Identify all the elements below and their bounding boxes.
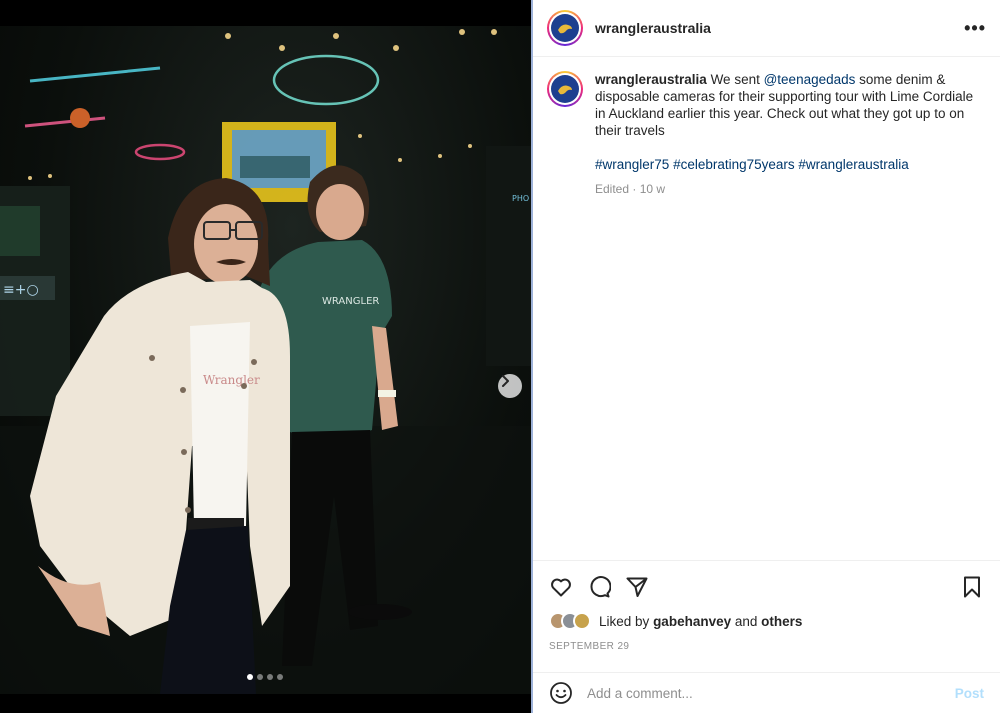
more-options-icon[interactable]: ••• bbox=[964, 18, 986, 39]
svg-text:Wrangler: Wrangler bbox=[203, 373, 260, 387]
hashtag-link[interactable]: #wrangleraustralia bbox=[798, 157, 908, 172]
hashtag-link[interactable]: #celebrating75years bbox=[673, 157, 795, 172]
photo-illustration: ≡+○ PHO WRANGLER Wrangler bbox=[0, 29, 531, 694]
svg-text:WRANGLER: WRANGLER bbox=[322, 296, 379, 307]
caption-text: wrangleraustralia We sent @teenagedads s… bbox=[595, 71, 985, 198]
share-icon[interactable] bbox=[625, 575, 649, 599]
carousel-next-button[interactable] bbox=[498, 374, 522, 398]
hashtags: #wrangler75 #celebrating75years #wrangle… bbox=[595, 156, 985, 173]
chevron-right-icon bbox=[502, 375, 509, 387]
post-media: ≡+○ PHO WRANGLER Wrangler bbox=[0, 0, 531, 713]
liker-avatar[interactable] bbox=[573, 612, 591, 630]
caption-meta: Edited · 10 w bbox=[595, 182, 666, 196]
liker-username-link[interactable]: gabehanvey bbox=[653, 614, 731, 629]
svg-text:≡+○: ≡+○ bbox=[3, 282, 39, 298]
liker-avatars bbox=[549, 612, 591, 630]
carousel-dot bbox=[267, 674, 273, 680]
post-date[interactable]: SEPTEMBER 29 bbox=[549, 641, 629, 652]
hashtag-link[interactable]: #wrangler75 bbox=[595, 157, 669, 172]
wrangler-logo-icon bbox=[558, 85, 572, 95]
likes-summary: Liked by gabehanvey and others bbox=[549, 612, 802, 630]
profile-avatar[interactable] bbox=[547, 10, 583, 46]
carousel-dot-active bbox=[247, 674, 253, 680]
post-actions-bar bbox=[533, 560, 1000, 612]
caption-mention-link[interactable]: @teenagedads bbox=[764, 72, 856, 87]
comment-bar: Post bbox=[533, 672, 1000, 713]
caption-body-start: We sent bbox=[710, 72, 764, 87]
comment-icon[interactable] bbox=[587, 575, 611, 599]
bookmark-icon[interactable] bbox=[960, 575, 984, 599]
caption-section: wrangleraustralia We sent @teenagedads s… bbox=[533, 57, 1000, 198]
emoji-icon[interactable] bbox=[549, 681, 573, 705]
post-comment-button[interactable]: Post bbox=[955, 686, 984, 701]
caption-avatar[interactable] bbox=[547, 71, 583, 107]
caption-username[interactable]: wrangleraustralia bbox=[595, 72, 707, 87]
carousel-dot bbox=[277, 674, 283, 680]
carousel-dot bbox=[257, 674, 263, 680]
post-header: wrangleraustralia ••• bbox=[533, 0, 1000, 57]
post-author-username[interactable]: wrangleraustralia bbox=[595, 20, 711, 36]
likes-others-link[interactable]: others bbox=[761, 614, 802, 629]
svg-text:PHO: PHO bbox=[512, 194, 529, 203]
likes-middle: and bbox=[734, 613, 758, 629]
post-detail-panel: wrangleraustralia ••• wrangleraustralia … bbox=[531, 0, 1000, 713]
comment-input[interactable] bbox=[587, 685, 955, 701]
post-photo[interactable]: ≡+○ PHO WRANGLER Wrangler bbox=[0, 26, 531, 694]
heart-icon[interactable] bbox=[549, 575, 573, 599]
wrangler-logo-icon bbox=[558, 24, 572, 34]
likes-prefix: Liked by bbox=[599, 613, 650, 629]
carousel-indicator bbox=[247, 674, 283, 680]
